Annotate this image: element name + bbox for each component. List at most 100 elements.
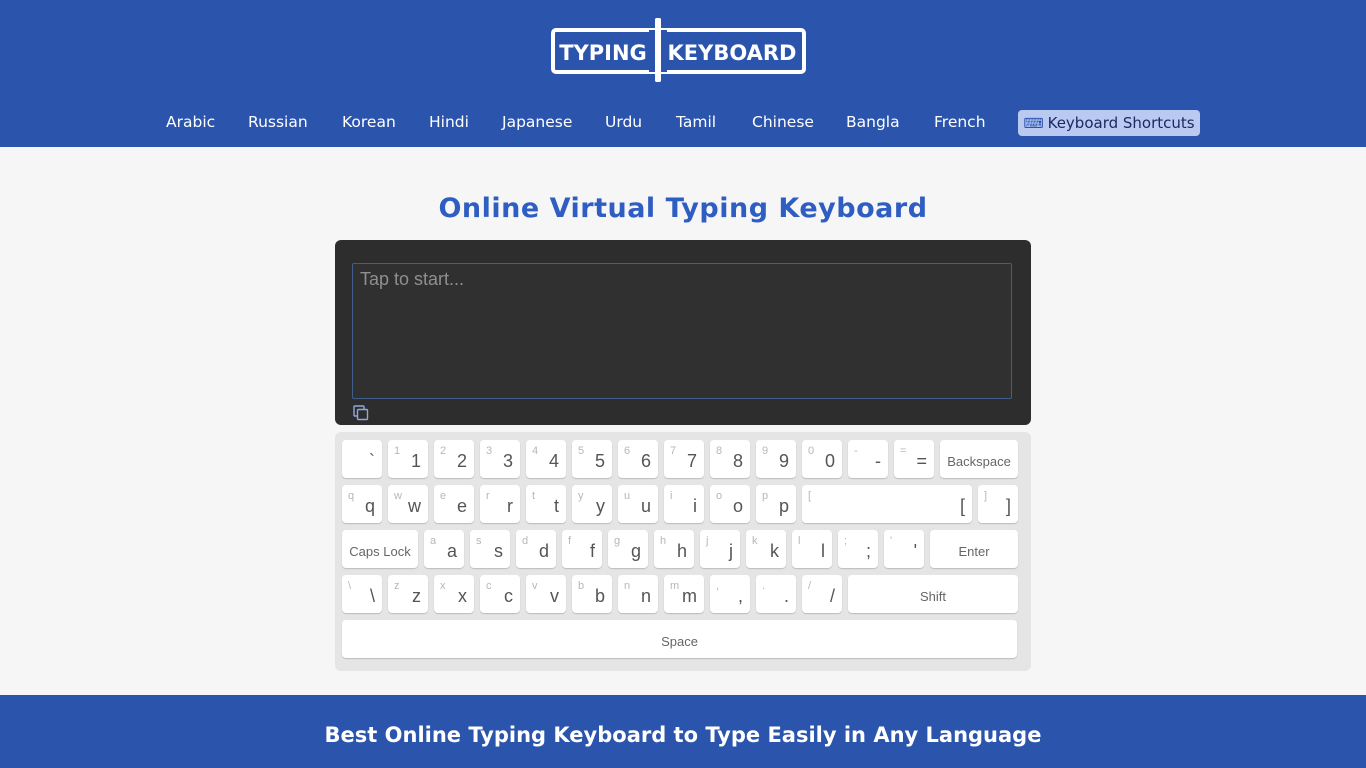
key-sub-label: o	[716, 490, 723, 502]
key-7[interactable]: 77	[664, 440, 704, 478]
keyboard-shortcuts-button[interactable]: ⌨ Keyboard Shortcuts	[1018, 110, 1200, 136]
typing-textarea[interactable]	[352, 263, 1012, 399]
key-sub-label: /	[808, 580, 812, 592]
key-sub-label: 2	[440, 445, 447, 457]
nav-item-french[interactable]: French	[934, 108, 986, 136]
key-sub-label: c	[486, 580, 492, 592]
key-m[interactable]: mm	[664, 575, 704, 613]
key-l[interactable]: ll	[792, 530, 832, 568]
key-main-label: 3	[502, 451, 513, 471]
key-v[interactable]: vv	[526, 575, 566, 613]
key-enter[interactable]: Enter	[930, 530, 1018, 568]
key-r[interactable]: rr	[480, 485, 520, 523]
key-quote[interactable]: ' '	[884, 530, 924, 568]
key-sub-label: 7	[670, 445, 677, 457]
key-sub-label: .	[762, 580, 766, 592]
nav-item-russian[interactable]: Russian	[248, 108, 308, 136]
key-o[interactable]: oo	[710, 485, 750, 523]
key-main-label: i	[693, 496, 697, 516]
nav-item-arabic[interactable]: Arabic	[166, 108, 215, 136]
key-5[interactable]: 55	[572, 440, 612, 478]
key-enter-label: Enter	[958, 543, 990, 559]
key-left-bracket[interactable]: [[	[802, 485, 972, 523]
logo-graphic: TYPING KEYBOARD	[551, 18, 806, 82]
nav-item-bangla[interactable]: Bangla	[846, 108, 900, 136]
nav-item-tamil[interactable]: Tamil	[676, 108, 716, 136]
key-j[interactable]: jj	[700, 530, 740, 568]
key-g[interactable]: gg	[608, 530, 648, 568]
key-n[interactable]: nn	[618, 575, 658, 613]
key-w[interactable]: ww	[388, 485, 428, 523]
key-sub-label: -	[854, 445, 858, 457]
key-backslash[interactable]: \ \	[342, 575, 382, 613]
key-sub-label: n	[624, 580, 631, 592]
key-comma[interactable]: ,,	[710, 575, 750, 613]
nav-item-urdu[interactable]: Urdu	[605, 108, 642, 136]
key-s[interactable]: ss	[470, 530, 510, 568]
logo-text-right: KEYBOARD	[668, 41, 797, 65]
key-a[interactable]: aa	[424, 530, 464, 568]
key-sub-label: 0	[808, 445, 815, 457]
key-main-label: j	[729, 541, 733, 561]
key-main-label: ;	[865, 541, 871, 561]
nav-item-korean[interactable]: Korean	[342, 108, 396, 136]
key-sub-label: a	[430, 535, 437, 547]
nav-item-chinese[interactable]: Chinese	[752, 108, 814, 136]
key-sub-label: [	[808, 490, 812, 502]
key-minus[interactable]: --	[848, 440, 888, 478]
key-backspace[interactable]: Backspace	[940, 440, 1018, 478]
key-4[interactable]: 44	[526, 440, 566, 478]
key-main-label: -	[875, 451, 881, 471]
key-caps-lock[interactable]: Caps Lock	[342, 530, 418, 568]
key-f[interactable]: ff	[562, 530, 602, 568]
key-0[interactable]: 00	[802, 440, 842, 478]
key-d[interactable]: dd	[516, 530, 556, 568]
key-b[interactable]: bb	[572, 575, 612, 613]
key-main-label: 9	[778, 451, 789, 471]
copy-icon[interactable]	[353, 405, 369, 421]
key-backtick[interactable]: `	[342, 440, 382, 478]
key-i[interactable]: ii	[664, 485, 704, 523]
key-8[interactable]: 88	[710, 440, 750, 478]
key-main-label: p	[778, 496, 789, 516]
key-y[interactable]: yy	[572, 485, 612, 523]
key-z[interactable]: zz	[388, 575, 428, 613]
key-sub-label: d	[522, 535, 529, 547]
key-1[interactable]: 11	[388, 440, 428, 478]
key-main-label: v	[550, 586, 559, 606]
key-k[interactable]: kk	[746, 530, 786, 568]
key-sub-label: z	[394, 580, 400, 592]
key-main-label: l	[821, 541, 825, 561]
key-semicolon[interactable]: ;;	[838, 530, 878, 568]
key-2[interactable]: 22	[434, 440, 474, 478]
key-p[interactable]: pp	[756, 485, 796, 523]
site-logo[interactable]: TYPING KEYBOARD	[551, 18, 806, 82]
key-9[interactable]: 99	[756, 440, 796, 478]
key-q[interactable]: qq	[342, 485, 382, 523]
key-main-label: z	[412, 586, 421, 606]
key-t[interactable]: tt	[526, 485, 566, 523]
key-6[interactable]: 66	[618, 440, 658, 478]
site-header: TYPING KEYBOARD Arabic Russian Korean Hi…	[0, 0, 1366, 147]
key-sub-label: m	[670, 580, 680, 592]
key-sub-label: '	[890, 535, 893, 547]
key-period[interactable]: ..	[756, 575, 796, 613]
nav-item-japanese[interactable]: Japanese	[502, 108, 572, 136]
key-shift[interactable]: Shift	[848, 575, 1018, 613]
key-e[interactable]: ee	[434, 485, 474, 523]
key-equals[interactable]: = =	[894, 440, 934, 478]
key-sub-label: x	[440, 580, 446, 592]
key-main-label: o	[732, 496, 743, 516]
key-c[interactable]: cc	[480, 575, 520, 613]
key-right-bracket[interactable]: ]]	[978, 485, 1018, 523]
key-space[interactable]: Space	[342, 620, 1017, 658]
key-sub-label: j	[706, 535, 709, 547]
key-sub-label: s	[476, 535, 482, 547]
nav-item-hindi[interactable]: Hindi	[429, 108, 469, 136]
key-slash[interactable]: / /	[802, 575, 842, 613]
key-x[interactable]: xx	[434, 575, 474, 613]
key-u[interactable]: uu	[618, 485, 658, 523]
key-h[interactable]: hh	[654, 530, 694, 568]
key-sub-label: ;	[844, 535, 848, 547]
key-3[interactable]: 33	[480, 440, 520, 478]
